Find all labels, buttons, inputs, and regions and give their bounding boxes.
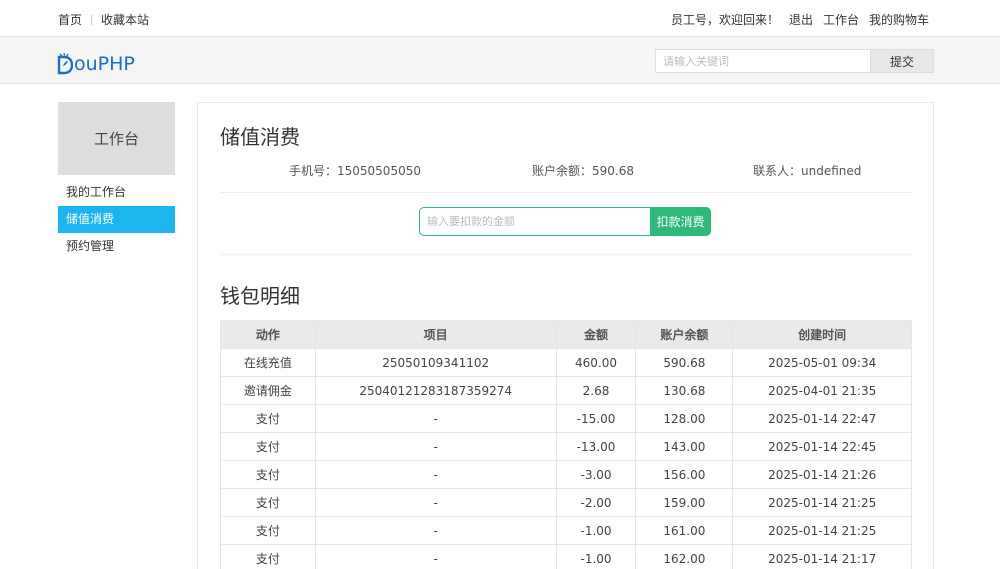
table-row: 支付 - -15.00 128.00 2025-01-14 22:47 bbox=[220, 404, 912, 433]
table-cell: -15.00 bbox=[555, 404, 637, 433]
table-cell: -1.00 bbox=[555, 516, 637, 545]
table-cell: -3.00 bbox=[555, 460, 637, 489]
table-cell: 2025-01-14 22:47 bbox=[732, 404, 912, 433]
table-cell: 128.00 bbox=[635, 404, 734, 433]
table-cell: 2025-01-14 21:26 bbox=[732, 460, 912, 489]
table-cell: 2025-01-14 21:17 bbox=[732, 544, 912, 569]
search-bar: 提交 bbox=[655, 49, 934, 73]
column-header: 账户余额 bbox=[635, 320, 734, 349]
logo[interactable]: ouPHP bbox=[57, 49, 135, 75]
column-header: 动作 bbox=[220, 320, 316, 349]
table-cell: 143.00 bbox=[635, 432, 734, 461]
deduct-form: 扣款消费 bbox=[419, 207, 711, 236]
table-cell: 130.68 bbox=[635, 376, 734, 405]
divider bbox=[220, 192, 912, 193]
table-cell: 2025-04-01 21:35 bbox=[732, 376, 912, 405]
table-cell: - bbox=[314, 544, 557, 569]
table-cell: - bbox=[314, 488, 557, 517]
sidebar-item-my-workbench[interactable]: 我的工作台 bbox=[58, 179, 175, 206]
sidebar: 工作台 我的工作台 储值消费 预约管理 bbox=[58, 102, 175, 260]
table-cell: 支付 bbox=[220, 404, 316, 433]
table-cell: - bbox=[314, 404, 557, 433]
table-cell: 161.00 bbox=[635, 516, 734, 545]
contact-text: 联系人：undefined bbox=[753, 164, 862, 178]
table-cell: 支付 bbox=[220, 544, 316, 569]
deduct-button[interactable]: 扣款消费 bbox=[650, 207, 711, 236]
table-cell: -1.00 bbox=[555, 544, 637, 569]
logo-text: ouPHP bbox=[74, 53, 135, 75]
main-panel: 储值消费 手机号：15050505050 账户余额：590.68 联系人：und… bbox=[197, 102, 934, 569]
table-cell: 162.00 bbox=[635, 544, 734, 569]
greeting-text: 员工号，欢迎回来！ bbox=[670, 13, 779, 27]
table-row: 支付 - -2.00 159.00 2025-01-14 21:25 bbox=[220, 488, 912, 517]
sidebar-item-appointments[interactable]: 预约管理 bbox=[58, 233, 175, 260]
table-cell: 支付 bbox=[220, 488, 316, 517]
table-row: 支付 - -3.00 156.00 2025-01-14 21:26 bbox=[220, 460, 912, 489]
divider bbox=[91, 14, 93, 25]
workbench-link[interactable]: 工作台 bbox=[823, 11, 859, 28]
cart-link[interactable]: 我的购物车 bbox=[869, 11, 929, 28]
table-row: 在线充值 25050109341102 460.00 590.68 2025-05-01… bbox=[220, 348, 912, 377]
search-submit-button[interactable]: 提交 bbox=[871, 49, 934, 73]
favorite-link[interactable]: 收藏本站 bbox=[101, 11, 149, 28]
table-row: 支付 - -1.00 161.00 2025-01-14 21:25 bbox=[220, 516, 912, 545]
table-cell: 460.00 bbox=[555, 348, 637, 377]
table-cell: 2.68 bbox=[555, 376, 637, 405]
table-cell: 2025-01-14 21:25 bbox=[732, 488, 912, 517]
table-cell: -13.00 bbox=[555, 432, 637, 461]
table-cell: - bbox=[314, 516, 557, 545]
wallet-table: 动作 项目 金额 账户余额 创建时间 在线充值 25050109341102 460… bbox=[220, 320, 912, 569]
header: ouPHP 提交 bbox=[0, 36, 1000, 84]
table-cell: 590.68 bbox=[635, 348, 734, 377]
wallet-title: 钱包明细 bbox=[220, 284, 300, 308]
table-cell: 156.00 bbox=[635, 460, 734, 489]
table-row: 邀请佣金 25040121283187359274 2.68 130.68 2025-0… bbox=[220, 376, 912, 405]
table-cell: 25040121283187359274 bbox=[314, 376, 557, 405]
table-cell: 支付 bbox=[220, 516, 316, 545]
sidebar-item-stored-value[interactable]: 储值消费 bbox=[58, 206, 175, 233]
page-title: 储值消费 bbox=[220, 125, 300, 149]
table-header-row: 动作 项目 金额 账户余额 创建时间 bbox=[220, 320, 912, 349]
table-cell: 邀请佣金 bbox=[220, 376, 316, 405]
table-row: 支付 - -13.00 143.00 2025-01-14 22:45 bbox=[220, 432, 912, 461]
table-row: 支付 - -1.00 162.00 2025-01-14 21:17 bbox=[220, 544, 912, 569]
table-cell: 支付 bbox=[220, 460, 316, 489]
search-input[interactable] bbox=[655, 49, 871, 73]
phone-text: 手机号：15050505050 bbox=[289, 164, 421, 178]
table-cell: 2025-01-14 22:45 bbox=[732, 432, 912, 461]
column-header: 创建时间 bbox=[732, 320, 912, 349]
table-cell: - bbox=[314, 460, 557, 489]
top-bar: 首页 收藏本站 员工号，欢迎回来！ 退出 工作台 我的购物车 bbox=[0, 0, 1000, 36]
table-cell: 2025-05-01 09:34 bbox=[732, 348, 912, 377]
table-cell: 支付 bbox=[220, 432, 316, 461]
sidebar-menu: 我的工作台 储值消费 预约管理 bbox=[58, 179, 175, 260]
table-cell: 2025-01-14 21:25 bbox=[732, 516, 912, 545]
balance-text: 账户余额：590.68 bbox=[532, 164, 634, 178]
table-cell: - bbox=[314, 432, 557, 461]
table-cell: 在线充值 bbox=[220, 348, 316, 377]
logout-link[interactable]: 退出 bbox=[789, 11, 813, 28]
deduct-amount-input[interactable] bbox=[419, 207, 650, 236]
column-header: 项目 bbox=[314, 320, 557, 349]
home-link[interactable]: 首页 bbox=[58, 11, 82, 28]
account-info: 手机号：15050505050 账户余额：590.68 联系人：undefine… bbox=[198, 162, 935, 178]
logo-d-icon bbox=[57, 53, 73, 75]
table-cell: -2.00 bbox=[555, 488, 637, 517]
table-cell: 159.00 bbox=[635, 488, 734, 517]
divider bbox=[220, 254, 912, 255]
column-header: 金额 bbox=[555, 320, 637, 349]
sidebar-title: 工作台 bbox=[58, 102, 175, 175]
table-cell: 25050109341102 bbox=[314, 348, 557, 377]
